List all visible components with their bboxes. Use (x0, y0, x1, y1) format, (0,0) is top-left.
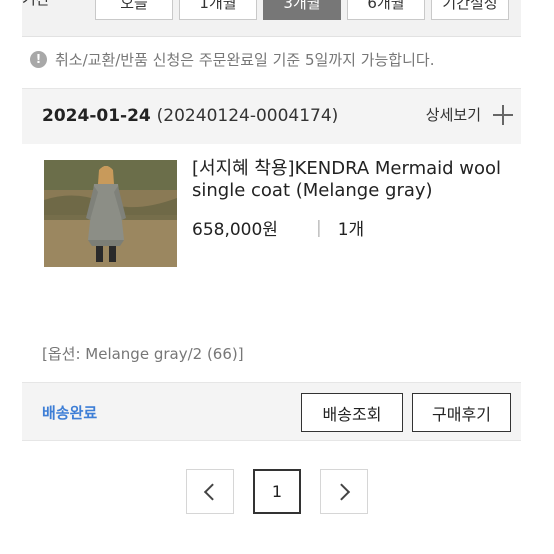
period-6month-button[interactable]: 6개월 (347, 0, 425, 20)
info-icon: ! (30, 50, 47, 68)
pagination: 1 (0, 469, 554, 515)
next-page-button[interactable] (320, 469, 368, 514)
detail-label: 상세보기 (425, 106, 481, 124)
divider: | (315, 217, 322, 238)
plus-icon (493, 104, 513, 125)
period-3month-button[interactable]: 3개월 (263, 0, 341, 20)
product-thumbnail[interactable] (44, 160, 177, 267)
notice-text: 취소/교환/반품 신청은 주문완료일 기준 5일까지 가능합니다. (55, 50, 435, 69)
order-footer: 배송완료 배송조회 구매후기 (22, 382, 521, 441)
product-name[interactable]: [서지혜 착용]KENDRA Mermaid wool single coat … (192, 158, 522, 202)
prev-page-button[interactable] (186, 469, 234, 514)
order-date: 2024-01-24 (42, 106, 151, 126)
product-price: 658,000원 (192, 220, 278, 240)
track-delivery-button[interactable]: 배송조회 (301, 393, 403, 432)
status-badge: 배송완료 (42, 404, 98, 422)
chevron-left-icon (203, 483, 221, 500)
chevron-right-icon (333, 483, 351, 500)
order-date-line: 2024-01-24 (20240124-0004174) (42, 106, 338, 126)
detail-link[interactable]: 상세보기 (426, 104, 513, 125)
period-label: 기간 (22, 0, 50, 9)
period-1month-button[interactable]: 1개월 (179, 0, 257, 20)
write-review-button[interactable]: 구매후기 (412, 393, 511, 432)
page-number-button[interactable]: 1 (253, 469, 301, 514)
order-number: (20240124-0004174) (156, 106, 339, 126)
product-quantity: 1개 (337, 220, 365, 240)
period-custom-button[interactable]: 기간설정 (431, 0, 509, 20)
product-option: [옵션: Melange gray/2 (66)] (42, 345, 244, 363)
notice: ! 취소/교환/반품 신청은 주문완료일 기준 5일까지 가능합니다. (30, 49, 434, 69)
period-today-button[interactable]: 오늘 (95, 0, 173, 20)
order-header: 2024-01-24 (20240124-0004174) 상세보기 (22, 88, 521, 144)
order-card: 2024-01-24 (20240124-0004174) 상세보기 [서지혜 … (22, 88, 521, 451)
price-row: 658,000원 | 1개 (192, 215, 365, 241)
